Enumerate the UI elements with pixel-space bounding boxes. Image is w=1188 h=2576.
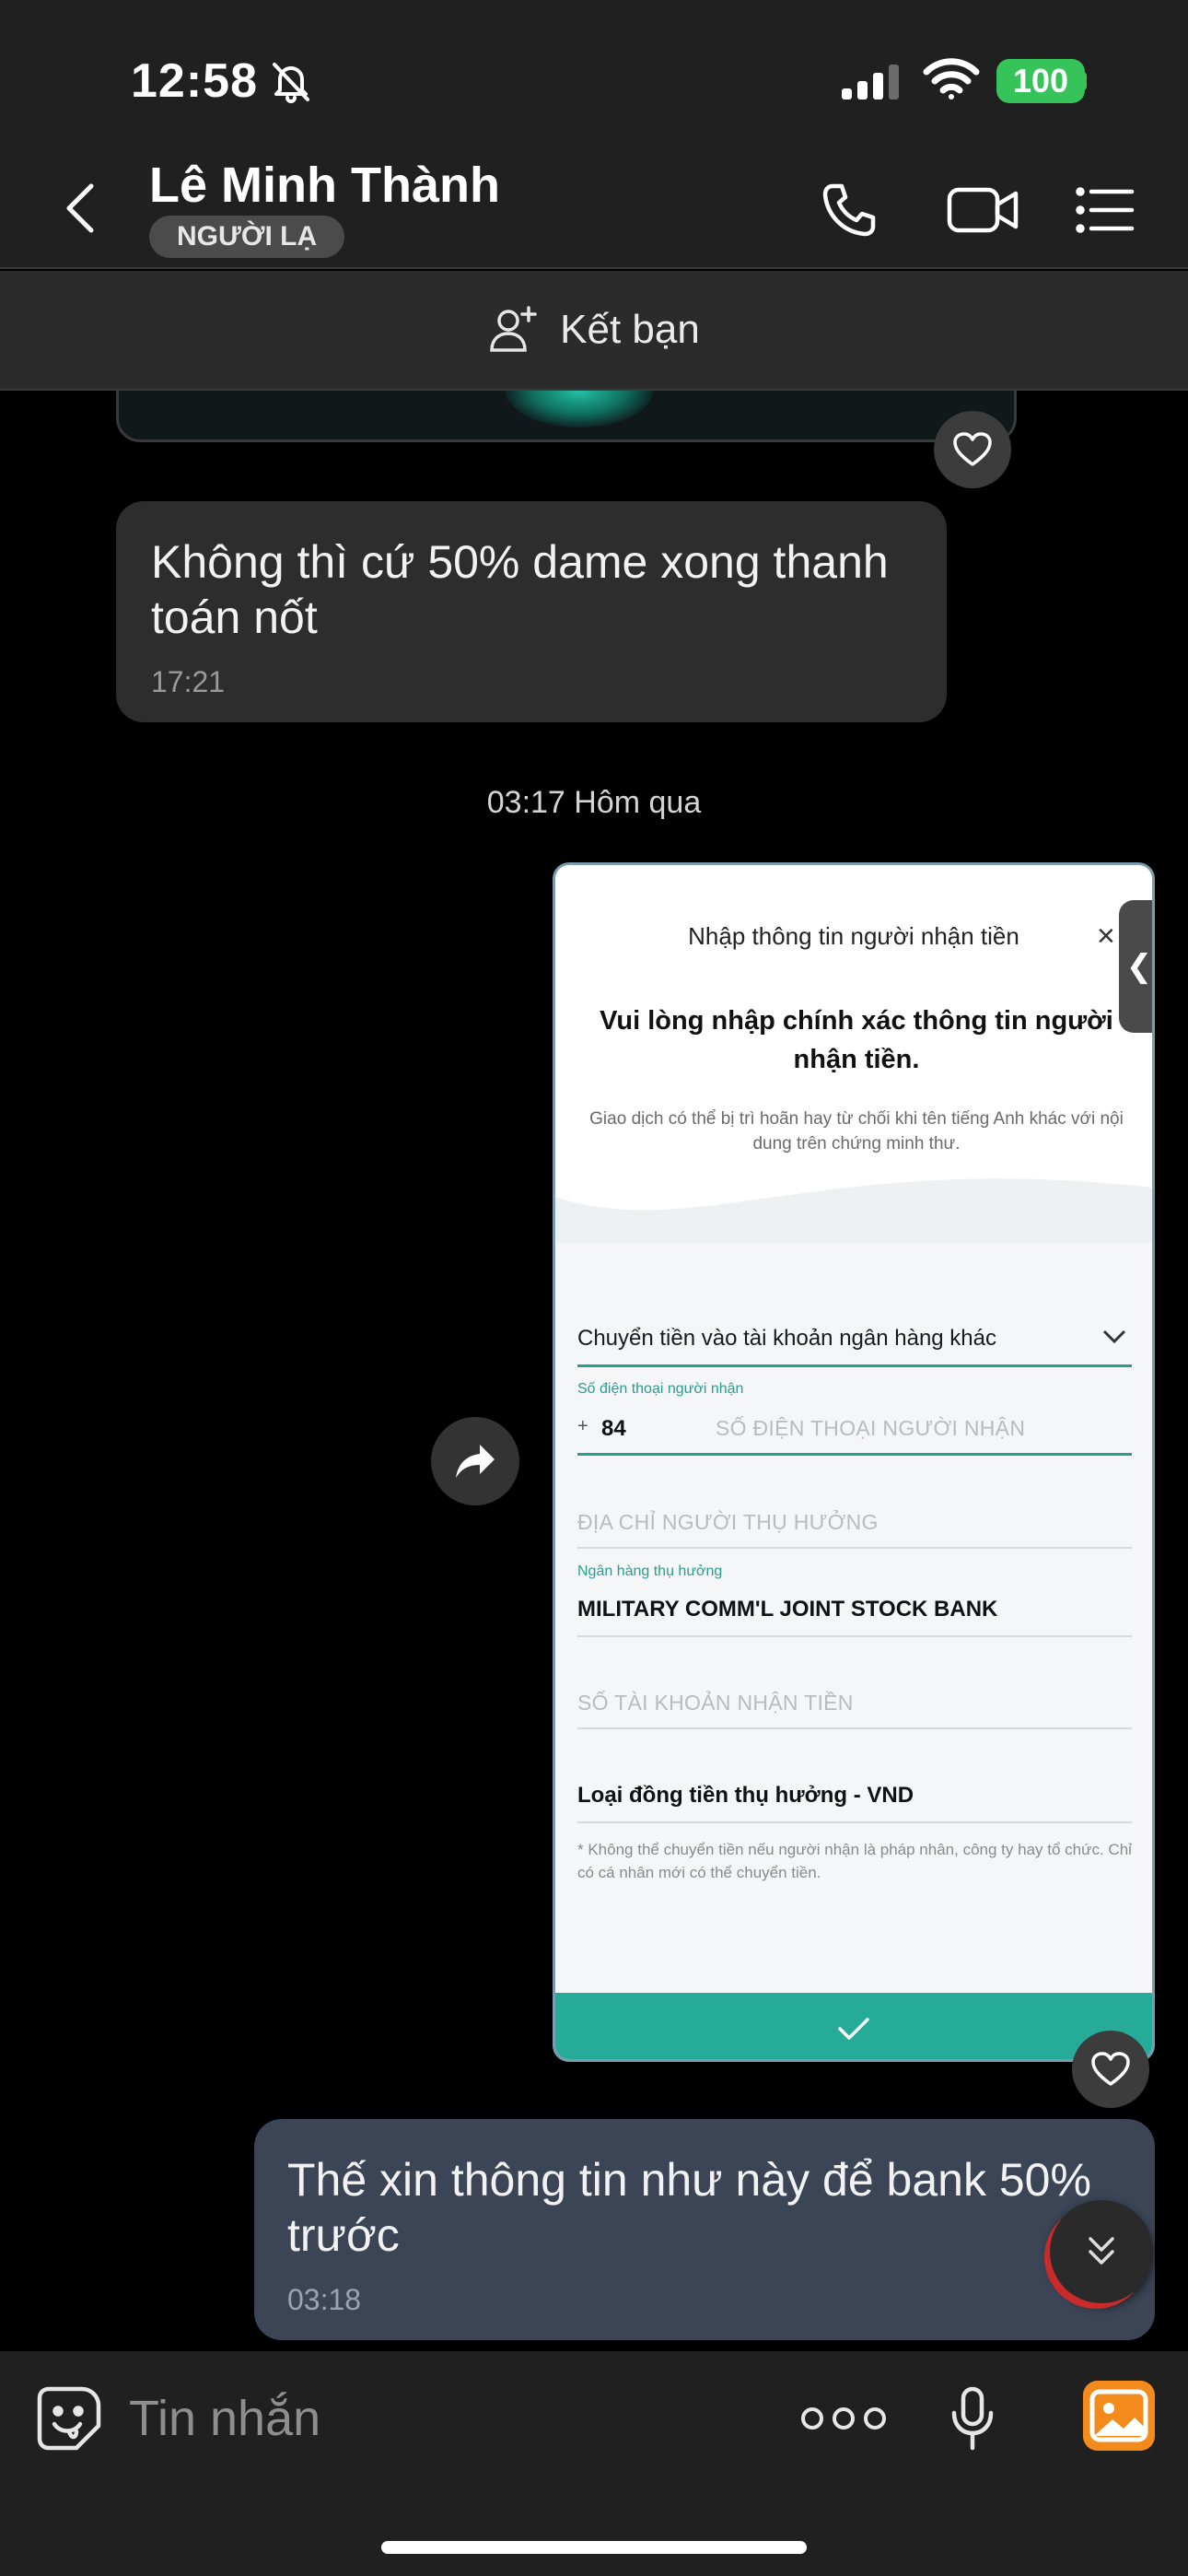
photo-icon	[1083, 2381, 1155, 2451]
status-time: 12:58	[131, 54, 258, 108]
react-button[interactable]	[934, 411, 1011, 488]
bank-value: MILITARY COMM'L JOINT STOCK BANK	[577, 1597, 998, 1622]
phone-placeholder: SỐ ĐIỆN THOẠI NGƯỜI NHẬN	[716, 1416, 1026, 1440]
battery-indicator: 100	[996, 59, 1085, 103]
confirm-bar	[555, 1993, 1152, 2059]
bank-field: Ngân hàng thụ hưởng MILITARY COMM'L JOIN…	[577, 1563, 1132, 1646]
phone-icon	[822, 183, 876, 237]
screenshot-footnote: * Không thể chuyển tiền nếu người nhận l…	[577, 1841, 1132, 1881]
message-input[interactable]	[129, 2381, 774, 2456]
gallery-button[interactable]	[1083, 2381, 1155, 2451]
date-separator: 03:17 Hôm qua	[486, 785, 702, 820]
outgoing-message[interactable]: Thế xin thông tin như này để bank 50% tr…	[254, 2119, 1155, 2340]
voice-message-button[interactable]	[936, 2377, 1009, 2460]
message-time: 03:18	[287, 2283, 362, 2316]
close-icon: ×	[1097, 919, 1115, 954]
address-placeholder: ĐỊA CHỈ NGƯỜI THỤ HƯỞNG	[577, 1510, 879, 1534]
stranger-badge: NGƯỜI LẠ	[149, 216, 345, 258]
share-arrow-icon	[456, 1445, 495, 1478]
microphone-icon	[951, 2386, 994, 2451]
currency-field: Loại đồng tiền thụ hưởng - VND	[577, 1783, 1132, 1829]
message-text: Không thì cứ 50% dame xong thanh toán nố…	[151, 536, 889, 643]
image-message-fragment[interactable]	[116, 391, 1017, 442]
message-text: Thế xin thông tin như này để bank 50% tr…	[287, 2154, 1091, 2261]
add-friend-label: Kết bạn	[560, 307, 700, 352]
currency-value: Loại đồng tiền thụ hưởng - VND	[577, 1783, 914, 1808]
address-field: ĐỊA CHỈ NGƯỜI THỤ HƯỞNG	[577, 1510, 1132, 1556]
double-chevron-down-icon	[1089, 2237, 1114, 2265]
phone-field: Số điện thoại người nhận + 84 SỐ ĐIỆN TH…	[577, 1381, 1132, 1469]
list-menu-icon	[1076, 187, 1135, 233]
video-call-button[interactable]	[938, 171, 1030, 249]
wave-divider	[555, 1160, 1152, 1243]
message-time: 17:21	[151, 665, 226, 698]
bell-muted-icon	[269, 59, 313, 103]
more-dot-icon	[833, 2407, 855, 2430]
forward-button[interactable]	[431, 1417, 519, 1505]
incoming-message[interactable]: Không thì cứ 50% dame xong thanh toán nố…	[116, 501, 947, 722]
phone-country-code: 84	[601, 1416, 626, 1441]
call-button[interactable]	[810, 171, 888, 249]
back-chevron-icon	[66, 183, 94, 233]
screenshot-note: Giao dịch có thể bị trì hoãn hay từ chối…	[589, 1109, 1124, 1153]
transfer-type-value: Chuyển tiền vào tài khoản ngân hàng khác	[577, 1326, 997, 1351]
add-friend-button[interactable]: Kết bạn	[0, 271, 1188, 391]
contact-name[interactable]: Lê Minh Thành	[149, 157, 500, 214]
screenshot-heading: Vui lòng nhập chính xác thông tin người …	[600, 1006, 1113, 1074]
screenshot-image-message[interactable]: Nhập thông tin người nhận tiền × ❮ Vui l…	[553, 862, 1155, 2062]
sticker-button[interactable]	[31, 2381, 107, 2456]
react-button-2[interactable]	[1072, 2031, 1149, 2108]
image-glow	[506, 391, 653, 427]
heart-icon	[1091, 2052, 1130, 2086]
home-indicator	[381, 2541, 807, 2554]
battery-nub	[1079, 72, 1087, 90]
add-user-icon	[490, 306, 537, 352]
more-dot-icon	[864, 2407, 886, 2430]
back-button[interactable]	[48, 171, 112, 245]
phone-label: Số điện thoại người nhận	[577, 1381, 744, 1397]
video-camera-icon	[947, 187, 1019, 233]
sticker-icon	[37, 2386, 101, 2451]
account-field: SỐ TÀI KHOẢN NHẬN TIỀN	[577, 1691, 1132, 1737]
bank-label: Ngân hàng thụ hưởng	[577, 1563, 723, 1579]
more-options-button[interactable]	[798, 2381, 890, 2456]
wifi-icon	[921, 57, 982, 101]
screenshot-title: Nhập thông tin người nhận tiền	[688, 922, 1019, 950]
transfer-type-field: Chuyển tiền vào tài khoản ngân hàng khác	[577, 1322, 1132, 1370]
phone-plus: +	[577, 1416, 588, 1436]
more-dot-icon	[801, 2407, 823, 2430]
checkmark-icon	[838, 2018, 869, 2040]
scroll-to-bottom-button[interactable]	[1050, 2200, 1153, 2303]
account-placeholder: SỐ TÀI KHOẢN NHẬN TIỀN	[577, 1691, 854, 1715]
chevron-down-icon	[1102, 1329, 1126, 1344]
menu-button[interactable]	[1066, 171, 1144, 249]
cellular-signal-icon	[840, 63, 903, 101]
heart-icon	[953, 432, 992, 466]
